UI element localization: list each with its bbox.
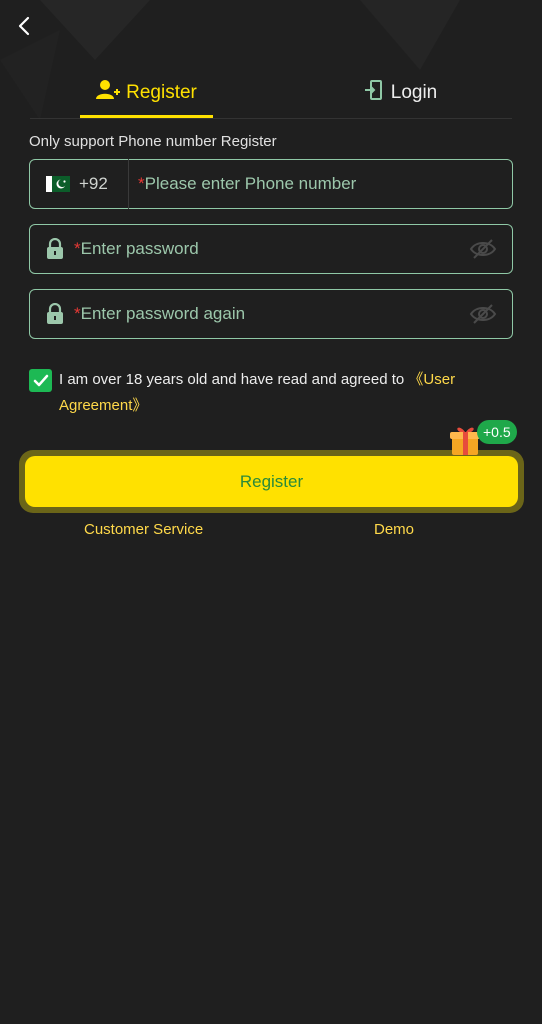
field-separator	[128, 159, 129, 209]
lock-icon	[46, 238, 64, 260]
agreement-text: I am over 18 years old and have read and…	[59, 371, 409, 388]
login-door-icon	[363, 79, 385, 107]
customer-service-link[interactable]: Customer Service	[84, 521, 203, 538]
back-button[interactable]	[10, 14, 38, 42]
required-mark: *	[74, 239, 81, 258]
password-placeholder: Enter password	[80, 239, 199, 258]
tab-login[interactable]: Login	[340, 68, 460, 118]
password-confirm-input[interactable]: * Enter password again	[74, 304, 469, 324]
demo-link[interactable]: Demo	[374, 521, 414, 538]
eye-off-icon[interactable]	[469, 303, 497, 325]
required-mark: *	[138, 174, 145, 193]
password-confirm-field[interactable]: * Enter password again	[29, 289, 513, 339]
pakistan-flag-icon[interactable]	[46, 176, 70, 192]
phone-placeholder: Please enter Phone number	[144, 174, 357, 193]
lock-icon	[46, 303, 64, 325]
bonus-badge: +0.5	[477, 420, 517, 444]
add-user-icon	[96, 79, 121, 107]
phone-field[interactable]: +92 * Please enter Phone number	[29, 159, 513, 209]
chevron-left-icon	[16, 15, 32, 42]
auth-tabs: Register Login	[0, 68, 542, 120]
country-code[interactable]: +92	[79, 174, 119, 194]
required-mark: *	[74, 304, 81, 323]
agreement: I am over 18 years old and have read and…	[29, 367, 499, 419]
register-button[interactable]: Register	[25, 456, 518, 507]
register-note: Only support Phone number Register	[29, 133, 277, 150]
password-confirm-placeholder: Enter password again	[80, 304, 246, 323]
password-field[interactable]: * Enter password	[29, 224, 513, 274]
tab-register[interactable]: Register	[80, 68, 213, 118]
eye-off-icon[interactable]	[469, 238, 497, 260]
agreement-checkbox[interactable]	[29, 369, 52, 392]
phone-input[interactable]: * Please enter Phone number	[138, 174, 356, 194]
tab-register-label: Register	[126, 82, 197, 103]
tabs-divider	[30, 118, 512, 119]
tab-login-label: Login	[390, 82, 438, 103]
password-input[interactable]: * Enter password	[74, 239, 469, 259]
